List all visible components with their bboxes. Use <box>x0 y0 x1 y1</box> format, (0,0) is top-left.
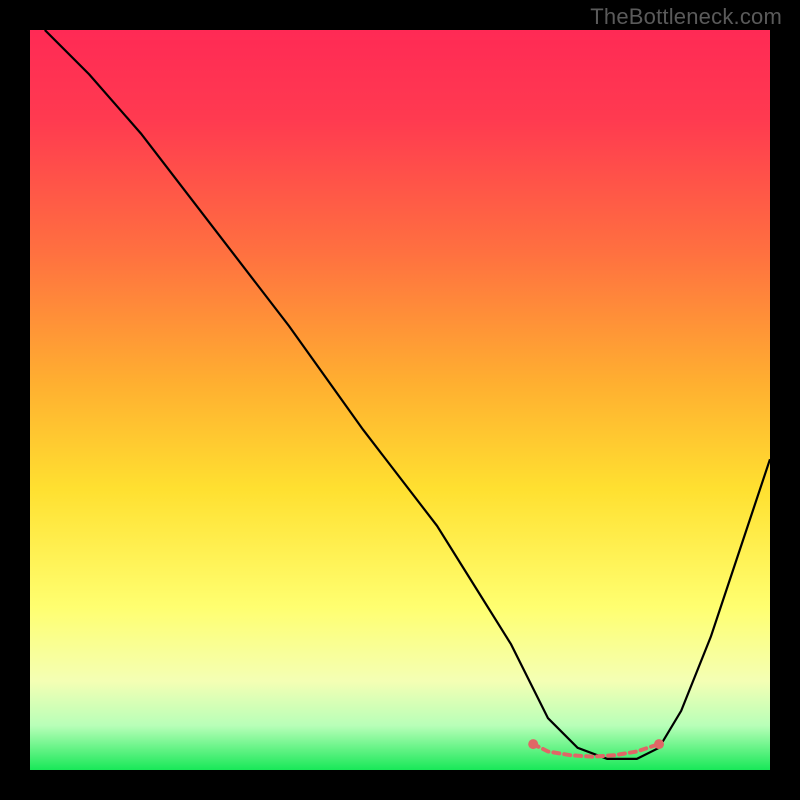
chart-svg <box>30 30 770 770</box>
chart-plot-area <box>30 30 770 770</box>
gradient-background <box>30 30 770 770</box>
watermark-text: TheBottleneck.com <box>590 4 782 30</box>
